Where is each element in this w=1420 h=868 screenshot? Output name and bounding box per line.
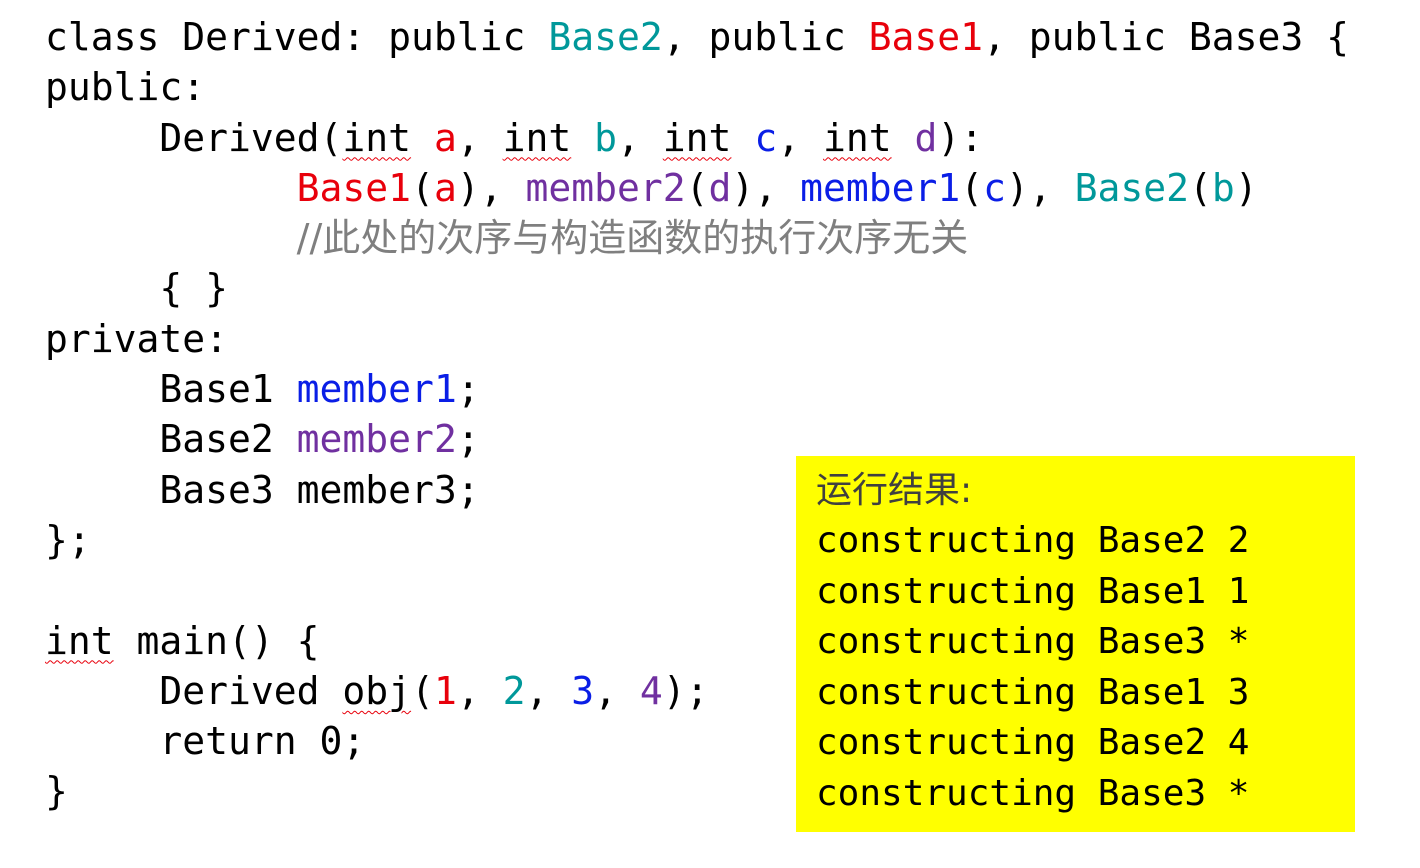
code-token: , public Base3 { — [983, 15, 1350, 59]
code-token: ), — [731, 165, 801, 210]
code-line: Derived(int a, int b, int c, int d): — [45, 113, 1349, 163]
code-token: ), — [456, 165, 526, 210]
code-token: member1 — [296, 367, 457, 412]
code-token: ( — [685, 165, 709, 210]
code-token: Derived — [45, 668, 343, 713]
code-line: Base1 member1; — [45, 364, 1349, 414]
code-token: , — [456, 115, 503, 160]
result-line: constructing Base2 4 — [816, 722, 1250, 763]
result-line: constructing Base1 1 — [816, 570, 1250, 612]
code-line: Base1(a), member2(d), member1(c), Base2(… — [45, 163, 1349, 213]
code-line: private: — [45, 314, 1349, 364]
code-token: int — [662, 115, 732, 160]
code-token: Base1 — [868, 15, 984, 59]
code-token: int — [45, 618, 114, 663]
code-token: , public — [662, 15, 869, 59]
code-line: class Derived: public Base2, public Base… — [45, 12, 1349, 62]
code-token: a — [433, 165, 457, 210]
code-token: 2 — [502, 668, 526, 713]
code-token: member2 — [525, 165, 686, 210]
code-token: }; — [45, 517, 91, 562]
code-token: , — [617, 115, 663, 160]
code-token: { } — [45, 266, 229, 311]
code-token: member1 — [800, 165, 961, 210]
code-token: obj — [342, 668, 412, 713]
code-token: ( — [411, 668, 434, 713]
code-token: } — [45, 769, 68, 814]
code-token: b — [594, 115, 618, 160]
code-token: c — [754, 115, 778, 160]
code-token: main() { — [113, 618, 320, 663]
code-token: Derived( — [45, 115, 343, 160]
code-token: public: — [45, 65, 206, 110]
code-token: ); — [662, 668, 709, 713]
code-token: 3 — [571, 668, 595, 713]
code-token: Base2 — [1074, 165, 1190, 210]
code-token: ; — [456, 417, 480, 462]
result-line: constructing Base3 * — [816, 772, 1250, 814]
code-line: { } — [45, 263, 1349, 313]
code-token: c — [983, 165, 1006, 210]
code-token: , — [525, 668, 572, 713]
code-token: private: — [45, 316, 229, 361]
code-token: int — [822, 115, 892, 160]
result-line: constructing Base1 3 — [816, 671, 1250, 713]
slide: class Derived: public Base2, public Base… — [0, 0, 1420, 868]
code-token: int — [342, 115, 412, 160]
result-title: 运行结果: — [816, 470, 973, 511]
code-token: member2 — [296, 417, 457, 462]
code-token: int — [502, 115, 572, 160]
code-token: ): — [937, 115, 984, 160]
code-token: Base3 member3; — [45, 467, 480, 512]
code-token: return 0; — [45, 719, 366, 764]
code-token: Base1 — [296, 165, 412, 210]
code-token: 1 — [433, 668, 457, 713]
code-line: //此处的次序与构造函数的执行次序无关 — [45, 213, 1349, 263]
code-token: d — [914, 115, 938, 160]
result-line: constructing Base3 * — [816, 621, 1250, 662]
code-token: ; — [456, 367, 480, 412]
result-line: constructing Base2 2 — [816, 520, 1250, 561]
code-token: b — [1211, 165, 1235, 210]
code-token: d — [708, 165, 732, 210]
code-token: 4 — [639, 668, 663, 713]
code-token: class Derived: public — [45, 15, 549, 59]
code-token: Base2 — [45, 417, 297, 462]
code-comment: //此处的次序与构造函数的执行次序无关 — [296, 216, 969, 261]
code-token: a — [433, 115, 457, 160]
code-token: ( — [411, 165, 434, 210]
code-token: Base1 — [45, 367, 297, 412]
code-token: ( — [1189, 165, 1212, 210]
code-line: public: — [45, 62, 1349, 112]
code-token: Base2 — [548, 15, 663, 59]
code-token: , — [777, 115, 823, 160]
code-token: ( — [960, 165, 984, 210]
result-output: constructing Base2 2 constructing Base1 1… — [816, 516, 1355, 819]
result-box: 运行结果: constructing Base2 2 constructing B… — [796, 456, 1355, 832]
code-token: ) — [1234, 165, 1258, 210]
code-token: , — [594, 668, 640, 713]
code-token: ), — [1006, 165, 1075, 210]
code-token: , — [456, 668, 503, 713]
